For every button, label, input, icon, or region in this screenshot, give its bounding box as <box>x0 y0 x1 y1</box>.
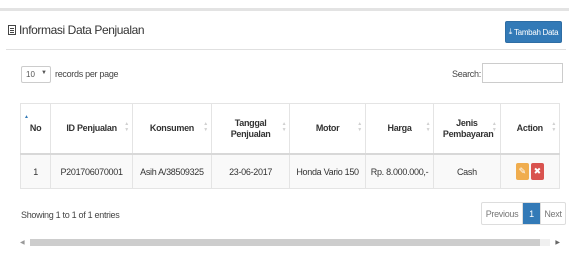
column-header-jenis-pembayaran[interactable]: Jenis Pembayaran ▲ ▼ <box>433 103 501 155</box>
sort-icon: ▲ ▼ <box>551 121 556 133</box>
add-data-button[interactable]: ⤓ Tambah Data <box>505 21 562 43</box>
edit-button[interactable]: ✎ <box>515 163 529 180</box>
horizontal-scrollbar[interactable]: ◀ ▶ <box>20 236 560 249</box>
scroll-right-icon[interactable]: ▶ <box>555 239 560 246</box>
sort-icon: ▲ ▼ <box>357 121 362 133</box>
scroll-left-icon[interactable]: ◀ <box>20 239 25 246</box>
table-row: 1 P201706070001 Asih A/38509325 23-06-20… <box>19 153 561 189</box>
page-length-select[interactable]: 10 ▼ <box>21 66 51 83</box>
column-header-konsumen[interactable]: Konsumen ▲ ▼ <box>131 103 212 155</box>
sort-icon: ▲ ▼ <box>203 121 208 133</box>
list-icon <box>8 25 16 35</box>
column-header-id-penjualan[interactable]: ID Penjualan ▲ ▼ <box>50 103 133 155</box>
top-border <box>0 8 569 11</box>
scrollbar-thumb[interactable] <box>30 239 540 246</box>
add-data-label: Tambah Data <box>513 27 559 37</box>
previous-page-button[interactable]: Previous <box>482 203 523 224</box>
next-page-button[interactable]: Next <box>541 203 565 224</box>
trash-icon: ✖ <box>533 166 542 176</box>
scrollbar-track[interactable] <box>30 239 550 246</box>
page-length-value: 10 <box>26 70 35 79</box>
page-length-label: records per page <box>55 69 119 79</box>
table-header-row: ▲ No ID Penjualan ▲ ▼ Konsumen ▲ ▼ Tanggal… <box>19 103 561 155</box>
sort-icon: ▲ ▼ <box>491 121 497 133</box>
cell-konsumen: Asih A/38509325 <box>131 153 212 189</box>
sort-icon: ▲ ▼ <box>425 121 431 133</box>
column-header-no[interactable]: ▲ No <box>19 103 52 155</box>
edit-icon: ✎ <box>518 166 527 176</box>
sort-icon: ▲ ▼ <box>124 121 129 133</box>
cell-id-penjualan: P201706070001 <box>50 153 133 189</box>
cell-action: ✎ ✖ <box>499 153 561 189</box>
page-1-button[interactable]: 1 <box>523 203 541 224</box>
delete-button[interactable]: ✖ <box>530 163 544 180</box>
table-info: Showing 1 to 1 of 1 entries <box>21 210 120 220</box>
cell-harga: Rp. 8.000.000,- <box>364 153 435 189</box>
pagination: Previous 1 Next <box>481 202 566 225</box>
cell-no: 1 <box>19 153 52 189</box>
column-header-tanggal[interactable]: Tanggal Penjualan ▲ ▼ <box>210 103 291 155</box>
cell-motor: Honda Vario 150 <box>289 153 366 189</box>
cell-jenis-pembayaran: Cash <box>433 153 501 189</box>
sort-asc-icon: ▲ <box>24 114 29 120</box>
chevron-down-icon: ▼ <box>41 70 47 76</box>
panel-header: Informasi Data Penjualan <box>6 19 566 50</box>
sales-table: ▲ No ID Penjualan ▲ ▼ Konsumen ▲ ▼ Tanggal… <box>19 103 561 189</box>
column-header-harga[interactable]: Harga ▲ ▼ <box>364 103 435 155</box>
search-label: Search: <box>452 69 481 79</box>
column-header-action[interactable]: Action ▲ ▼ <box>499 103 561 155</box>
search-input[interactable] <box>482 63 563 83</box>
sort-icon: ▲ ▼ <box>281 121 287 133</box>
page-title: Informasi Data Penjualan <box>19 23 145 37</box>
cell-tanggal: 23-06-2017 <box>210 153 291 189</box>
plus-download-icon: ⤓ <box>508 27 513 36</box>
column-header-motor[interactable]: Motor ▲ ▼ <box>289 103 366 155</box>
